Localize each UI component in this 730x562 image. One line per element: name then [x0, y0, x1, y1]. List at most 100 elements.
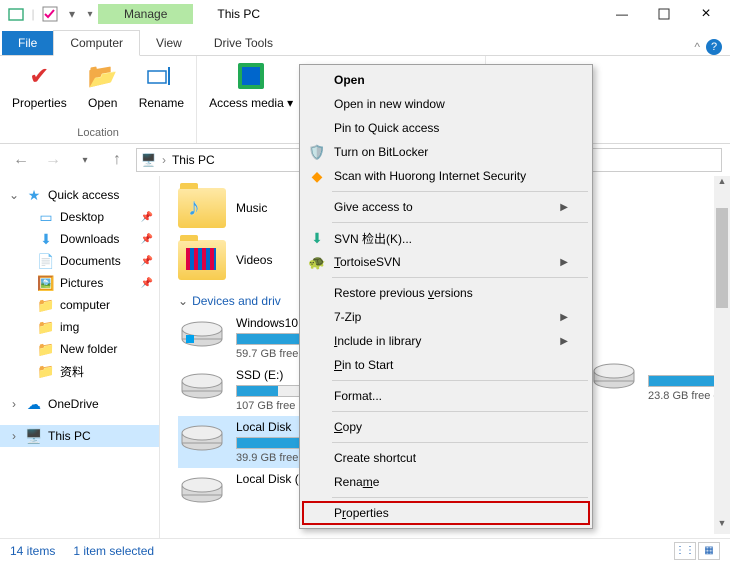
ctx-open[interactable]: Open — [302, 68, 590, 92]
ctx-7zip[interactable]: 7-Zip▶ — [302, 305, 590, 329]
drive-icon — [178, 368, 226, 404]
ctx-open-new-window[interactable]: Open in new window — [302, 92, 590, 116]
drive-icon — [178, 420, 226, 456]
folder-icon: 📁 — [38, 297, 54, 313]
videos-folder-icon — [178, 240, 226, 280]
minimize-button[interactable]: — — [602, 3, 642, 25]
sidebar-new-folder[interactable]: 📁New folder — [0, 338, 159, 360]
ctx-create-shortcut[interactable]: Create shortcut — [302, 446, 590, 470]
ctx-pin-start[interactable]: Pin to Start — [302, 353, 590, 377]
ctx-include-library[interactable]: Include in library▶ — [302, 329, 590, 353]
ctx-tortoisesvn[interactable]: 🐢TortoiseSVN▶ — [302, 250, 590, 274]
rename-icon — [145, 60, 177, 92]
sidebar-img-folder[interactable]: 📁img — [0, 316, 159, 338]
tab-computer[interactable]: Computer — [53, 30, 140, 56]
music-folder-icon: ♪ — [178, 188, 226, 228]
ctx-svn-checkout[interactable]: ⬇SVN 检出(K)... — [302, 226, 590, 250]
ctx-format[interactable]: Format... — [302, 384, 590, 408]
ctx-properties[interactable]: Properties — [302, 501, 590, 525]
this-pc-icon: 🖥️ — [26, 428, 42, 444]
sidebar-documents[interactable]: 📄Documents📌 — [0, 250, 159, 272]
folder-label: Videos — [236, 253, 272, 267]
vertical-scrollbar[interactable]: ▲ ▼ — [714, 176, 730, 534]
drive-icon — [590, 358, 638, 394]
tortoise-icon: 🐢 — [308, 253, 326, 271]
qat-icon-1[interactable] — [4, 3, 28, 25]
qat-sep: | — [30, 3, 36, 25]
check-icon: ✔ — [23, 60, 55, 92]
this-pc-icon: 🖥️ — [141, 153, 156, 167]
ribbon-access-media[interactable]: Access media ▾ — [207, 58, 295, 112]
nav-forward[interactable]: → — [40, 147, 66, 173]
ctx-rename[interactable]: Rename — [302, 470, 590, 494]
contextual-tab-header: Manage — [98, 4, 193, 24]
sidebar-computer-folder[interactable]: 📁computer — [0, 294, 159, 316]
documents-icon: 📄 — [38, 253, 54, 269]
tab-view[interactable]: View — [140, 31, 198, 55]
view-large-button[interactable]: ▦ — [698, 542, 720, 560]
drive-icon — [178, 472, 226, 508]
quick-access-toolbar: | ▾ ▾ — [4, 3, 98, 25]
navigation-sidebar: ⌄★Quick access ▭Desktop📌 ⬇Downloads📌 📄Do… — [0, 176, 160, 538]
submenu-arrow-icon: ▶ — [560, 257, 568, 268]
nav-up[interactable]: ↑ — [104, 147, 130, 173]
status-item-count: 14 items — [10, 544, 55, 558]
sidebar-downloads[interactable]: ⬇Downloads📌 — [0, 228, 159, 250]
ctx-restore-previous[interactable]: Restore previous versions — [302, 281, 590, 305]
ctx-give-access-to[interactable]: Give access to▶ — [302, 195, 590, 219]
status-bar: 14 items 1 item selected ⋮⋮ ▦ — [0, 538, 730, 562]
drive-icon — [178, 316, 226, 352]
bitlocker-icon: 🛡️ — [308, 143, 326, 161]
view-details-button[interactable]: ⋮⋮ — [674, 542, 696, 560]
submenu-arrow-icon: ▶ — [560, 336, 568, 347]
svn-checkout-icon: ⬇ — [308, 229, 326, 247]
nav-back[interactable]: ← — [8, 147, 34, 173]
ribbon-collapse-icon[interactable]: ^ — [694, 40, 700, 54]
folder-open-icon: 📂 — [87, 60, 119, 92]
folder-icon: 📁 — [38, 341, 54, 357]
help-icon[interactable]: ? — [706, 39, 722, 55]
desktop-icon: ▭ — [38, 209, 54, 225]
scrollbar-thumb[interactable] — [716, 208, 728, 308]
ctx-pin-quick-access[interactable]: Pin to Quick access — [302, 116, 590, 140]
tab-file[interactable]: File — [2, 31, 53, 55]
status-selected-count: 1 item selected — [73, 544, 154, 558]
cloud-icon: ☁ — [26, 396, 42, 412]
ctx-huorong-scan[interactable]: ◆Scan with Huorong Internet Security — [302, 164, 590, 188]
ctx-copy[interactable]: Copy — [302, 415, 590, 439]
ribbon-open[interactable]: 📂Open — [79, 58, 127, 112]
folder-icon: 📁 — [38, 364, 54, 380]
tab-drive-tools[interactable]: Drive Tools — [198, 31, 289, 55]
qat-check-icon[interactable] — [38, 3, 62, 25]
qat-overflow[interactable]: ▾ — [82, 3, 98, 25]
download-icon: ⬇ — [38, 231, 54, 247]
sidebar-pictures[interactable]: 🖼️Pictures📌 — [0, 272, 159, 294]
close-button[interactable]: × — [686, 3, 726, 25]
context-menu: Open Open in new window Pin to Quick acc… — [299, 64, 593, 529]
window-title: This PC — [217, 7, 260, 21]
folder-label: Music — [236, 201, 267, 215]
sidebar-this-pc[interactable]: ›🖥️This PC — [0, 425, 159, 447]
pictures-icon: 🖼️ — [38, 275, 54, 291]
ribbon-group-location: Location — [10, 127, 186, 141]
ctx-bitlocker[interactable]: 🛡️Turn on BitLocker — [302, 140, 590, 164]
ribbon-rename[interactable]: Rename — [137, 58, 186, 112]
nav-history-dropdown[interactable]: ▾ — [72, 147, 98, 173]
sidebar-onedrive[interactable]: ›☁OneDrive — [0, 393, 159, 415]
address-text: This PC — [172, 153, 215, 167]
submenu-arrow-icon: ▶ — [560, 202, 568, 213]
window-controls: — × — [602, 3, 726, 25]
folder-icon: 📁 — [38, 319, 54, 335]
huorong-icon: ◆ — [308, 167, 326, 185]
title-bar: | ▾ ▾ Manage This PC — × — [0, 0, 730, 28]
drive-right-partial[interactable]: B 23.8 GB free of 97.6 GB — [590, 354, 730, 406]
maximize-button[interactable] — [644, 3, 684, 25]
ribbon-properties[interactable]: ✔Properties — [10, 58, 69, 112]
submenu-arrow-icon: ▶ — [560, 312, 568, 323]
sidebar-desktop[interactable]: ▭Desktop📌 — [0, 206, 159, 228]
sidebar-zh-folder[interactable]: 📁资料 — [0, 360, 159, 383]
qat-dropdown[interactable]: ▾ — [64, 3, 80, 25]
sidebar-quick-access[interactable]: ⌄★Quick access — [0, 184, 159, 206]
ribbon-tabs: File Computer View Drive Tools ^ ? — [0, 28, 730, 56]
media-icon — [235, 60, 267, 92]
